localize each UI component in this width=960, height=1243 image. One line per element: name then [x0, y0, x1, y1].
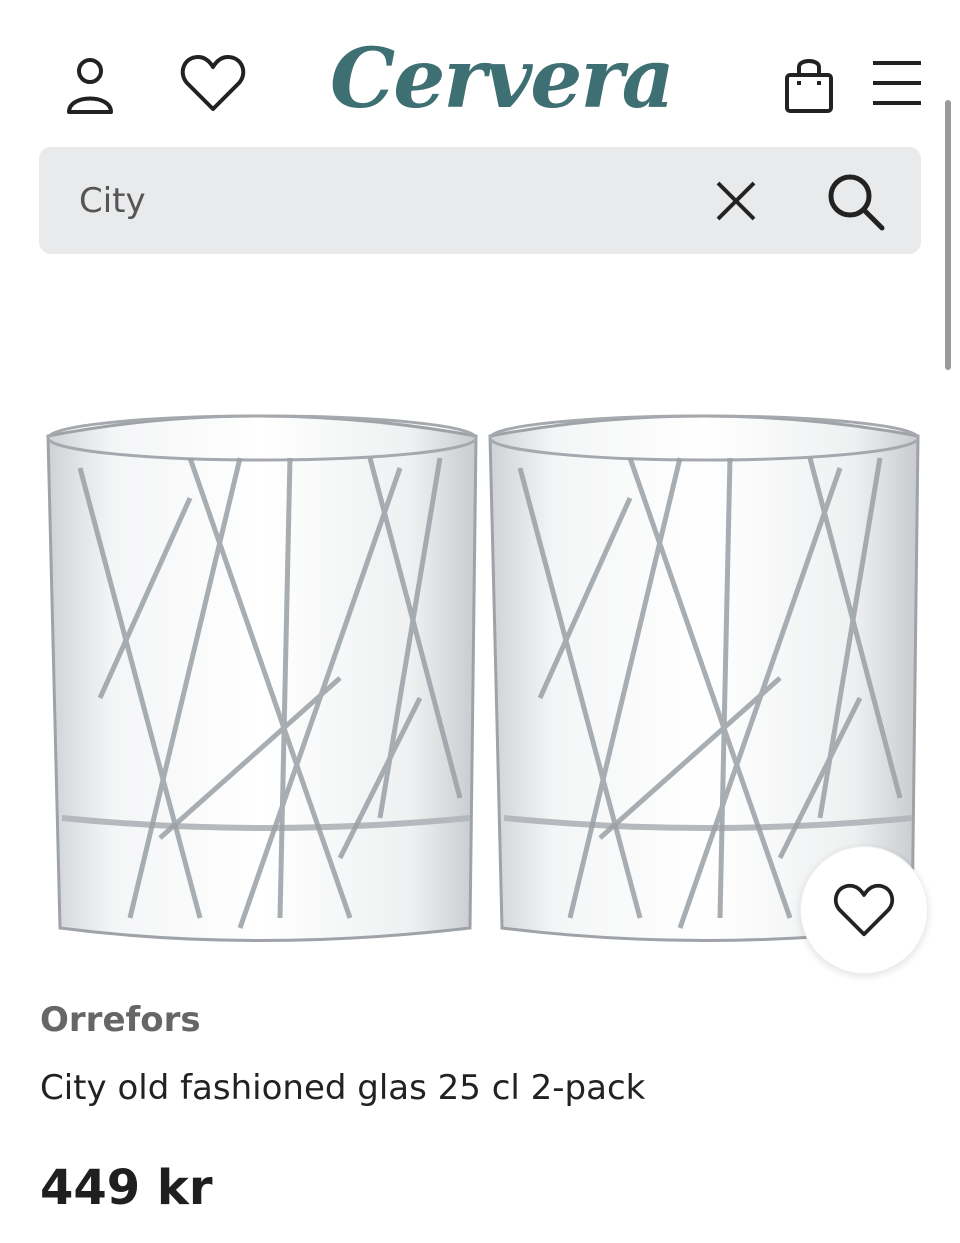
heart-icon [180, 55, 246, 111]
clear-search-button[interactable] [704, 171, 768, 231]
shopping-bag-icon [785, 59, 833, 113]
product-image[interactable] [40, 398, 930, 958]
page-scrollbar[interactable] [945, 100, 951, 370]
site-logo[interactable]: Cervera [330, 24, 675, 134]
menu-button[interactable] [866, 52, 928, 114]
glasses-illustration [46, 414, 920, 942]
wishlist-button[interactable] [176, 48, 250, 118]
person-icon [67, 58, 113, 114]
product-title[interactable]: City old fashioned glas 25 cl 2-pack [40, 1068, 645, 1108]
product-price: 449 kr [40, 1160, 213, 1216]
glass-left [46, 414, 478, 942]
site-header: Cervera [0, 0, 960, 140]
search-bar [39, 147, 921, 254]
add-to-favorites-button[interactable] [800, 846, 928, 974]
product-brand[interactable]: Orrefors [40, 1000, 201, 1040]
search-submit-button[interactable] [819, 169, 891, 233]
close-icon [716, 181, 756, 221]
search-icon [828, 174, 885, 231]
search-input[interactable] [79, 147, 639, 254]
account-button[interactable] [58, 50, 122, 120]
heart-icon [833, 883, 895, 937]
hamburger-menu-icon [873, 61, 921, 105]
cart-button[interactable] [778, 52, 840, 118]
